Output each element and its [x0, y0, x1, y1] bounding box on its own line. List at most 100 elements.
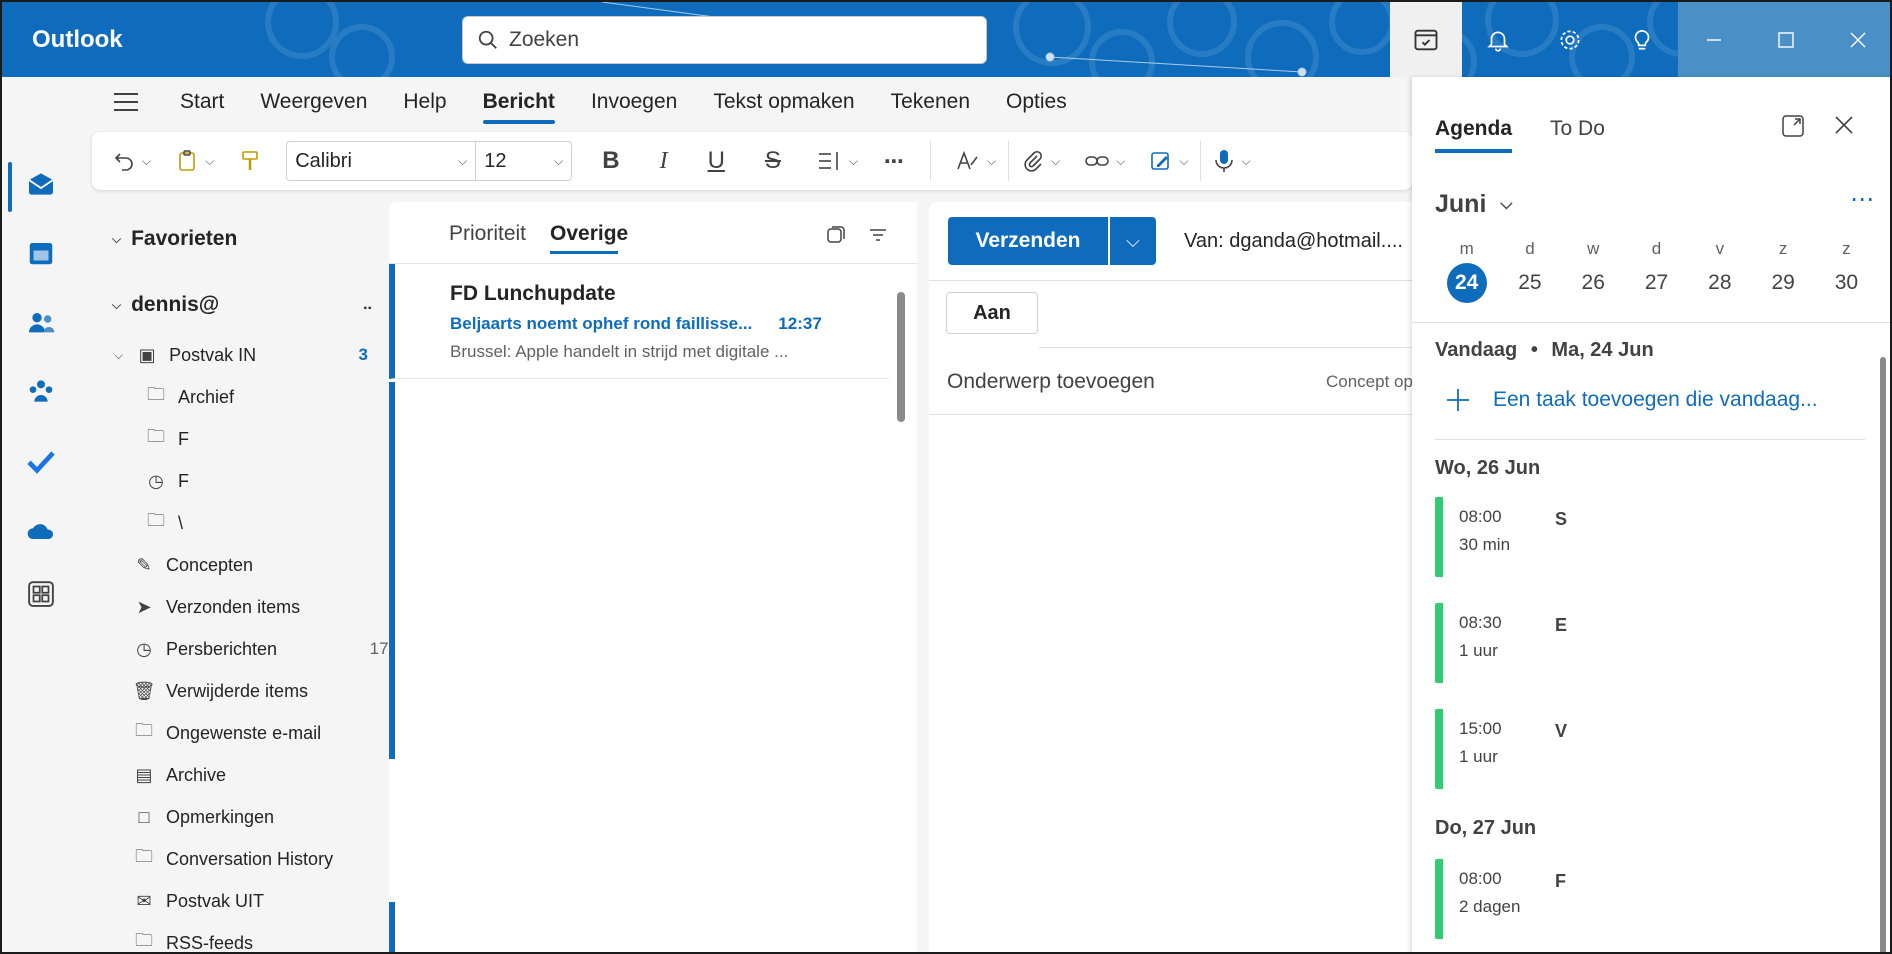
tab-overige[interactable]: Overige — [550, 222, 628, 254]
checkmark-icon — [27, 451, 55, 474]
send-options-button[interactable]: ⌵ — [1110, 217, 1156, 265]
underline-button[interactable]: U — [708, 141, 725, 181]
rail-onedrive[interactable] — [22, 512, 60, 550]
tab-bericht[interactable]: Bericht — [479, 82, 559, 124]
dictate-button[interactable]: ⌵ — [1213, 141, 1251, 181]
font-name-select[interactable]: Calibri ⌵ — [286, 141, 477, 181]
rail-calendar[interactable] — [22, 234, 60, 272]
my-day-tabs: Agenda To Do — [1435, 117, 1605, 153]
font-size-select[interactable]: 12 ⌵ — [476, 141, 573, 181]
tab-tekst-opmaken[interactable]: Tekst opmaken — [709, 82, 858, 122]
app-rail — [2, 77, 80, 952]
day-cell[interactable]: z 29 — [1751, 239, 1814, 303]
folder-item[interactable]: ✉ Postvak UIT — [130, 881, 430, 921]
rail-groups[interactable] — [22, 372, 60, 410]
filter-button[interactable] — [867, 224, 889, 251]
italic-button[interactable]: I — [660, 141, 668, 181]
close-pane-button[interactable] — [1832, 113, 1856, 142]
account-header[interactable]: ⌵ dennis@ .. — [106, 293, 386, 317]
subfolder-label: F — [178, 428, 189, 449]
link-button[interactable]: ⌵ — [1084, 141, 1125, 181]
close-window-button[interactable] — [1822, 2, 1890, 77]
add-task-button[interactable]: Een taak toevoegen die vandaag... — [1445, 387, 1818, 413]
tab-start[interactable]: Start — [176, 82, 228, 122]
calendar-event[interactable]: 08:30 1 uur E — [1435, 603, 1567, 683]
tab-opties[interactable]: Opties — [1002, 82, 1071, 122]
calendar-event[interactable]: 15:00 1 uur V — [1435, 709, 1567, 789]
folder-label: Ongewenste e-mail — [166, 722, 322, 743]
folder-item[interactable]: ◷ Persberichten 171 — [130, 629, 430, 669]
subject-input[interactable]: Onderwerp toevoegen — [947, 370, 1155, 394]
more-options-button[interactable]: ⋯ — [884, 141, 904, 181]
agenda-scrollbar[interactable] — [1880, 357, 1886, 952]
event-time: 08:00 — [1459, 869, 1502, 888]
attach-button[interactable]: ⌵ — [1021, 141, 1060, 181]
paste-button[interactable]: ⌵ — [175, 141, 214, 181]
notifications-button[interactable] — [1462, 2, 1534, 77]
folder-item[interactable]: ✎ Concepten — [130, 545, 430, 585]
bold-button[interactable]: B — [602, 141, 619, 181]
select-mode-button[interactable] — [825, 224, 847, 251]
folder-item[interactable]: 🗑 Verwijderde items — [130, 671, 430, 711]
chevron-down-icon: ⌵ — [1051, 153, 1061, 168]
list-accent-line — [389, 902, 395, 952]
maximize-button[interactable] — [1750, 2, 1822, 77]
tab-invoegen[interactable]: Invoegen — [587, 82, 681, 122]
minimize-button[interactable] — [1678, 2, 1750, 77]
format-painter-button[interactable] — [238, 141, 262, 181]
rail-apps[interactable] — [22, 575, 60, 613]
list-scrollbar[interactable] — [897, 292, 905, 422]
folder-item[interactable]: 🗀Ongewenste e-mail1 — [130, 713, 430, 753]
agenda-more-button[interactable]: ⋯ — [1850, 185, 1874, 214]
day-cell[interactable]: w 26 — [1562, 239, 1625, 303]
folder-item[interactable]: 🗀 Conversation History — [130, 839, 430, 879]
chevron-down-icon: ⌵ — [1241, 153, 1251, 168]
tab-agenda[interactable]: Agenda — [1435, 117, 1513, 153]
tab-prioriteit[interactable]: Prioriteit — [449, 222, 526, 246]
to-field-line[interactable] — [1039, 347, 1429, 348]
folder-item[interactable]: □ Opmerkingen — [130, 797, 430, 837]
paragraph-button[interactable]: ⌵ — [817, 141, 858, 181]
month-selector[interactable]: Juni ⌵ — [1435, 190, 1513, 219]
rail-todo[interactable] — [22, 442, 60, 480]
day-heading: Wo, 26 Jun — [1435, 457, 1541, 479]
rail-mail[interactable] — [22, 165, 60, 203]
account-more[interactable]: .. — [363, 296, 372, 314]
favorites-header[interactable]: ⌵ Favorieten — [106, 227, 237, 251]
settings-button[interactable] — [1534, 2, 1606, 77]
signature-button[interactable]: ⌵ — [1149, 141, 1188, 181]
tab-tekenen[interactable]: Tekenen — [887, 82, 974, 122]
chevron-down-icon: ⌵ — [554, 153, 564, 168]
tips-button[interactable] — [1606, 2, 1678, 77]
day-cell[interactable]: z 30 — [1815, 239, 1878, 303]
calendar-event[interactable]: 08:00 2 dagen F — [1435, 859, 1566, 939]
day-cell[interactable]: d 27 — [1625, 239, 1688, 303]
editor-button[interactable]: ⌵ — [955, 141, 996, 181]
rail-people[interactable] — [22, 304, 60, 342]
tab-todo[interactable]: To Do — [1550, 117, 1605, 141]
message-item[interactable]: FD Lunchupdate Beljaarts noemt ophef ron… — [389, 264, 889, 379]
from-field[interactable]: Van: dganda@hotmail.... — [1184, 230, 1403, 253]
event-time: 08:00 — [1459, 507, 1502, 526]
search-box[interactable]: Zoeken — [462, 16, 987, 64]
day-cell[interactable]: v 28 — [1688, 239, 1751, 303]
folder-inbox[interactable]: ⌵ ▣ Postvak IN 3 — [108, 335, 408, 375]
folder-item[interactable]: ▤ Archive — [130, 755, 430, 795]
tab-help[interactable]: Help — [399, 82, 450, 122]
send-button[interactable]: Verzenden — [948, 217, 1108, 265]
chevron-down-icon: ⌵ — [1116, 153, 1126, 168]
strikethrough-button[interactable]: S — [765, 141, 781, 181]
event-duration: 1 uur — [1459, 747, 1498, 766]
day-cell[interactable]: m 24 — [1435, 239, 1498, 303]
tab-weergeven[interactable]: Weergeven — [256, 82, 371, 122]
pop-out-button[interactable] — [1780, 113, 1806, 144]
folder-item[interactable]: 🗀 RSS-feeds — [130, 923, 430, 952]
day-cell[interactable]: d 25 — [1498, 239, 1561, 303]
my-day-button[interactable] — [1390, 2, 1462, 77]
calendar-event[interactable]: 08:00 30 min S — [1435, 497, 1567, 577]
folder-item[interactable]: ➤ Verzonden items — [130, 587, 430, 627]
to-button[interactable]: Aan — [946, 292, 1038, 334]
hamburger-button[interactable] — [104, 91, 148, 113]
undo-button[interactable]: ⌵ — [112, 141, 151, 181]
event-time: 15:00 — [1459, 719, 1502, 738]
